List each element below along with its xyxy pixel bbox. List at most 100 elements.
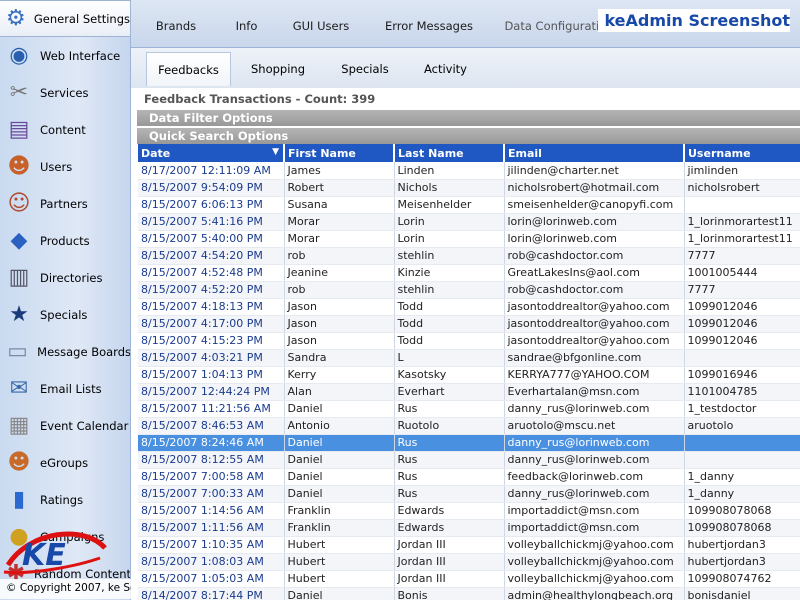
email-cell: jasontoddrealtor@yahoo.com (504, 315, 685, 333)
sidebar-item-egroups[interactable]: ☻ eGroups (0, 444, 130, 481)
table-row[interactable]: 8/15/2007 1:14:56 AM Franklin Edwards impor… (138, 502, 800, 520)
products-icon: ◆ (10, 228, 28, 253)
sidebar-item-services[interactable]: ✂ Services (0, 74, 130, 111)
email-cell: lorin@lorinweb.com (504, 230, 685, 248)
table-row[interactable]: 8/15/2007 5:41:16 PM Morar Lorin lorin@lori… (138, 213, 800, 231)
date-cell: 8/15/2007 4:18:13 PM (138, 298, 285, 316)
first-name-cell: Daniel (284, 587, 395, 600)
table-row[interactable]: 8/15/2007 9:54:09 PM Robert Nichols nichols… (138, 179, 800, 197)
table-row[interactable]: 8/15/2007 1:11:56 AM Franklin Edwards impor… (138, 519, 800, 537)
sidebar-item-event-calendar[interactable]: ▦ Event Calendar (0, 407, 130, 444)
sidebar-item-campaigns[interactable]: ● Campaigns (0, 518, 130, 555)
first-name-cell: Sandra (284, 349, 395, 367)
tab-activity[interactable]: Activity (413, 52, 478, 86)
message-board-icon: ▭ (7, 339, 28, 364)
sidebar-item-content[interactable]: ▤ Content (0, 111, 130, 148)
table-row[interactable]: 8/17/2007 12:11:09 AM James Linden jilinden… (138, 162, 800, 180)
sidebar-item-web-interface[interactable]: ◉ Web Interface (0, 37, 130, 74)
last-name-cell: Lorin (394, 213, 505, 231)
last-name-cell: Edwards (394, 502, 505, 520)
table-row[interactable]: 8/15/2007 8:12:55 AM Daniel Rus danny_rus@l… (138, 451, 800, 469)
sidebar-item-partners[interactable]: ☺ Partners (0, 185, 130, 222)
column-header-first-name[interactable]: First Name (284, 144, 395, 162)
tab-specials[interactable]: Specials (329, 52, 401, 86)
table-row[interactable]: 8/15/2007 12:44:24 PM Alan Everhart Everhar… (138, 383, 800, 401)
globe-icon: ◉ (9, 43, 29, 68)
email-cell: sandrae@bfgonline.com (504, 349, 685, 367)
email-cell: smeisenhelder@canopyfi.com (504, 196, 685, 214)
table-row[interactable]: 8/15/2007 1:04:13 PM Kerry Kasotsky KERRYA7… (138, 366, 800, 384)
last-name-cell: Meisenhelder (394, 196, 505, 214)
email-icon: ✉ (9, 376, 29, 401)
sidebar-item-ratings[interactable]: ▮ Ratings (0, 481, 130, 518)
sidebar-item-label: Products (40, 233, 90, 248)
username-cell: 109908078068 (684, 502, 800, 520)
table-row[interactable]: 8/15/2007 4:03:21 PM Sandra Lsandrae@bfgon… (138, 349, 800, 367)
tab-feedbacks[interactable]: Feedbacks (146, 52, 231, 86)
column-header-username[interactable]: Username (684, 144, 800, 162)
table-row[interactable]: 8/15/2007 4:52:48 PM Jeanine Kinzie GreatLa… (138, 264, 800, 282)
quick-search-options-bar[interactable]: Quick Search Options (137, 128, 800, 144)
column-header-date[interactable]: Date ▼ (138, 144, 285, 162)
table-row[interactable]: 8/15/2007 7:00:58 AM Daniel Rus feedback@lo… (138, 468, 800, 486)
first-name-cell: Franklin (284, 502, 395, 520)
column-header-email[interactable]: Email (504, 144, 685, 162)
username-cell: jimlinden (684, 162, 800, 180)
first-name-cell: Susana (284, 196, 395, 214)
username-cell: 1101004785 (684, 383, 800, 401)
top-tab-brands[interactable]: Brands (141, 12, 211, 40)
ratings-icon: ▮ (12, 487, 26, 512)
date-cell: 8/15/2007 8:46:53 AM (138, 417, 285, 435)
username-cell: 7777 (684, 281, 800, 299)
sidebar-item-label: Event Calendar (40, 418, 129, 433)
table-row[interactable]: 8/15/2007 5:40:00 PM Morar Lorin lorin@lori… (138, 230, 800, 248)
table-row[interactable]: 8/15/2007 4:15:23 PM Jason Todd jasontoddre… (138, 332, 800, 350)
sidebar-item-products[interactable]: ◆ Products (0, 222, 130, 259)
sidebar-item-label: Services (40, 85, 89, 100)
sidebar-item-label: Content (40, 122, 86, 137)
table-row[interactable]: 8/15/2007 11:21:56 AM Daniel Rus danny_rus@… (138, 400, 800, 418)
sort-descending-icon: ▼ (272, 146, 279, 157)
sidebar-item-message-boards[interactable]: ▭ Message Boards (0, 333, 130, 370)
tab-shopping[interactable]: Shopping (243, 52, 313, 86)
email-cell: lorin@lorinweb.com (504, 213, 685, 231)
last-name-cell: Kinzie (394, 264, 505, 282)
sidebar-item-general-settings[interactable]: ⚙ General Settings (0, 0, 130, 37)
table-row[interactable]: 8/15/2007 4:18:13 PM Jason Todd jasontoddre… (138, 298, 800, 316)
last-name-cell: Rus (394, 400, 505, 418)
table-row[interactable]: 8/15/2007 8:46:53 AM Antonio Ruotolo aruoto… (138, 417, 800, 435)
top-tab-gui-users[interactable]: GUI Users (281, 12, 361, 40)
sidebar-item-directories[interactable]: ▥ Directories (0, 259, 130, 296)
email-cell: nicholsrobert@hotmail.com (504, 179, 685, 197)
sidebar-item-users[interactable]: ☻ Users (0, 148, 130, 185)
table-row[interactable]: 8/14/2007 8:17:44 PM Daniel Bonis admin@hea… (138, 587, 800, 600)
sidebar-item-label: eGroups (40, 455, 89, 470)
table-row[interactable]: 8/15/2007 7:00:33 AM Daniel Rus danny_rus@l… (138, 485, 800, 503)
table-row[interactable]: 8/15/2007 4:17:00 PM Jason Todd jasontoddre… (138, 315, 800, 333)
table-row[interactable]: 8/15/2007 1:08:03 AM Hubert Jordan III voll… (138, 553, 800, 571)
first-name-cell: Daniel (284, 468, 395, 486)
table-row[interactable]: 8/15/2007 1:10:35 AM Hubert Jordan III voll… (138, 536, 800, 554)
top-tab-info[interactable]: Info (219, 12, 274, 40)
first-name-cell: Kerry (284, 366, 395, 384)
sidebar-item-label: General Settings (33, 11, 130, 26)
last-name-cell: Linden (394, 162, 505, 180)
table-row[interactable]: 8/15/2007 1:05:03 AM Hubert Jordan III voll… (138, 570, 800, 588)
top-tab-error-messages[interactable]: Error Messages (374, 12, 484, 40)
email-cell: importaddict@msn.com (504, 502, 685, 520)
sidebar-item-email-lists[interactable]: ✉ Email Lists (0, 370, 130, 407)
first-name-cell: rob (284, 281, 395, 299)
table-row[interactable]: 8/15/2007 4:52:20 PM rob stehlin rob@cashdo… (138, 281, 800, 299)
directories-icon: ▥ (8, 265, 30, 290)
username-cell: 7777 (684, 247, 800, 265)
last-name-cell: Lorin (394, 230, 505, 248)
data-filter-options-bar[interactable]: Data Filter Options (137, 110, 800, 126)
sidebar-item-label: Specials (40, 307, 88, 322)
date-cell: 8/15/2007 11:21:56 AM (138, 400, 285, 418)
table-row[interactable]: 8/15/2007 8:24:46 AM Daniel Rus danny_rus@l… (138, 434, 800, 452)
email-cell: aruotolo@mscu.net (504, 417, 685, 435)
column-header-last-name[interactable]: Last Name (394, 144, 505, 162)
table-row[interactable]: 8/15/2007 6:06:13 PM Susana Meisenhelder sm… (138, 196, 800, 214)
sidebar-item-specials[interactable]: ★ Specials (0, 296, 130, 333)
table-row[interactable]: 8/15/2007 4:54:20 PM rob stehlin rob@cashdo… (138, 247, 800, 265)
